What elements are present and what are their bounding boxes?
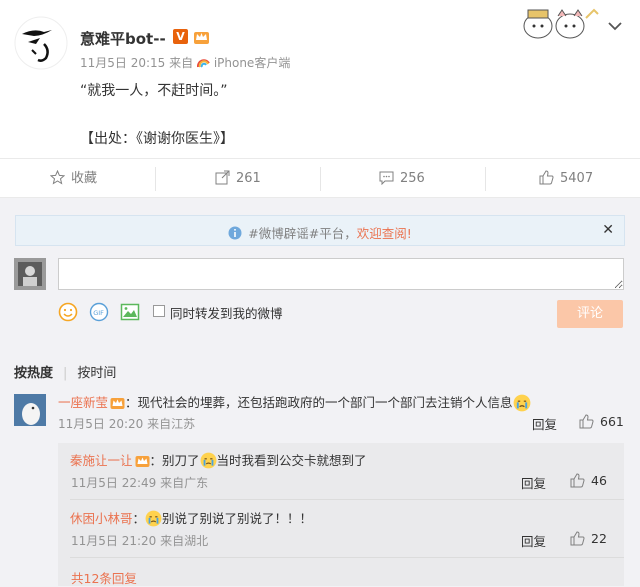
reply-button[interactable]: 回复 [521,473,546,492]
reply-button[interactable]: 回复 [532,414,557,433]
reply-button[interactable]: 回复 [521,531,546,550]
crown-icon [194,32,209,44]
repost-icon [215,170,230,185]
username[interactable]: 意难平bot-- [80,28,166,49]
comment-button[interactable]: 256 [379,159,425,199]
thumbs-up-icon [579,414,594,429]
repost-count: 261 [236,171,261,186]
comment-username[interactable]: 一座新莹 [58,395,108,410]
post-date[interactable]: 11月5日 20:15 [80,56,165,70]
comment-text: 一座新莹 ：现代社会的埋葬，还包括跑政府的一个部门一个部门去注销个人信息 [58,392,531,412]
repost-button[interactable]: 261 [215,159,261,199]
close-icon[interactable]: ✕ [602,222,614,238]
post-meta: 11月5日 20:15 来自 iPhone客户端 [80,54,290,71]
repost-checkbox-label[interactable]: 同时转发到我的微博 [170,303,283,322]
post-source[interactable]: iPhone客户端 [214,56,291,70]
image-icon[interactable] [120,302,140,322]
comment-icon [379,171,394,186]
svg-text:GIF: GIF [93,309,104,317]
reply-username[interactable]: 休困小林哥 [70,511,133,526]
info-icon [228,226,242,240]
post-card: 意难平bot-- V 11月5日 20:15 来自 iPhone客户端 “就我一… [0,0,640,158]
action-bar: 收藏 261 256 5407 [0,158,640,198]
reply-username[interactable]: 秦施让一让 [70,453,133,468]
notice-bar: #微博辟谣#平台，欢迎查阅! ✕ [15,215,625,246]
reply-like-button[interactable]: 22 [570,531,607,546]
divider [320,167,321,191]
crying-emoji-icon [200,452,216,469]
thumbs-up-icon [570,531,585,546]
favorite-button[interactable]: 收藏 [49,159,98,199]
comment-like-button[interactable]: 661 [579,414,624,429]
avatar-drawing [14,16,68,70]
comment-count: 256 [400,171,425,186]
rainbow-icon [196,59,210,68]
sort-tabs: 按热度 | 按时间 [14,362,116,381]
tab-divider: | [63,366,68,381]
reply-like-count: 22 [591,531,607,546]
post-text: “就我一人，不赶时间。” [80,83,228,99]
comment-body: ：现代社会的埋葬，还包括跑政府的一个部门一个部门去注销个人信息 [125,395,513,410]
comment-avatar[interactable] [14,394,46,426]
tab-by-hot[interactable]: 按热度 [14,366,53,381]
tab-by-time[interactable]: 按时间 [77,366,116,381]
repost-checkbox[interactable] [153,305,165,317]
divider [70,557,624,558]
submit-comment-button[interactable]: 评论 [557,300,623,328]
reply-meta: 11月5日 22:49 来自广东 [71,476,209,490]
reply-body-end: 别说了别说了别说了！！！ [162,511,313,526]
crown-icon [135,456,150,467]
notice-text: #微博辟谣#平台， [248,226,357,241]
crying-emoji-icon [513,394,530,412]
reply-like-button[interactable]: 46 [570,473,607,488]
my-avatar[interactable] [14,258,46,290]
cartoon-animals-icon [523,8,599,39]
divider [70,499,624,500]
star-icon [49,169,66,185]
crown-icon [110,398,125,409]
notice-link[interactable]: 欢迎查阅! [357,226,412,241]
reply-text: 休困小林哥： 别说了别说了别说了！！！ [70,508,312,527]
reply-body-start: ： [132,511,146,526]
avatar[interactable] [14,16,68,70]
my-avatar-photo [14,258,46,290]
gif-icon[interactable]: GIF [89,302,109,322]
comment-avatar-photo [14,394,46,426]
emoji-icon[interactable] [58,302,78,322]
verified-badge: V [173,29,188,44]
like-count: 5407 [560,171,594,186]
chevron-down-icon[interactable] [607,20,623,32]
crying-emoji-icon [145,510,162,527]
more-replies-link[interactable]: 共12条回复 [71,568,137,587]
comment-meta: 11月5日 20:20 来自江苏 [58,417,196,431]
source-prefix: 来自 [169,56,194,70]
like-button[interactable]: 5407 [539,159,593,199]
reply-text: 秦施让一让 ：别刀了 当时我看到公交卡就想到了 [70,450,367,469]
divider [155,167,156,191]
reply-body-start: ：别刀了 [149,453,200,468]
reply-meta: 11月5日 21:20 来自湖北 [71,534,209,548]
divider [485,167,486,191]
comment-like-count: 661 [600,414,624,429]
post-source-quote: 【出处：《谢谢你医生》】 [80,131,234,147]
reply-like-count: 46 [591,473,607,488]
favorite-label: 收藏 [71,171,98,186]
comment-input[interactable] [58,258,624,290]
reply-body-end: 当时我看到公交卡就想到了 [216,453,367,468]
thumbs-up-icon [570,473,585,488]
thumbs-up-icon [539,170,554,185]
